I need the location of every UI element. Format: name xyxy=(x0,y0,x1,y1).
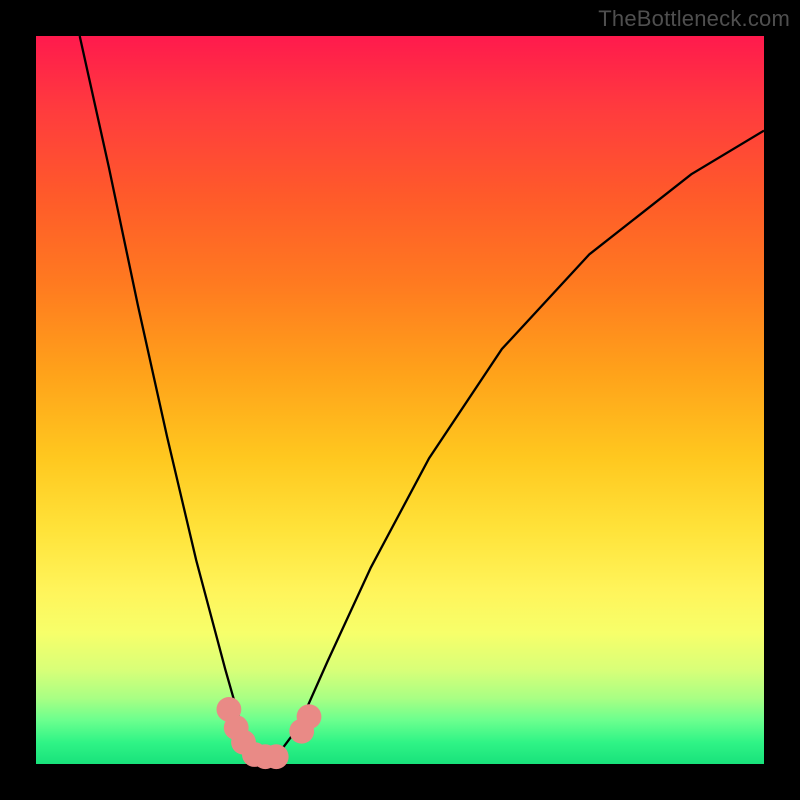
watermark-text: TheBottleneck.com xyxy=(598,6,790,32)
chart-frame: TheBottleneck.com xyxy=(0,0,800,800)
valley-markers xyxy=(217,697,322,769)
plot-area xyxy=(36,36,764,764)
right-curve xyxy=(262,131,764,764)
left-curve xyxy=(80,36,262,764)
valley-marker xyxy=(264,744,289,769)
chart-svg xyxy=(36,36,764,764)
valley-marker xyxy=(297,704,322,729)
